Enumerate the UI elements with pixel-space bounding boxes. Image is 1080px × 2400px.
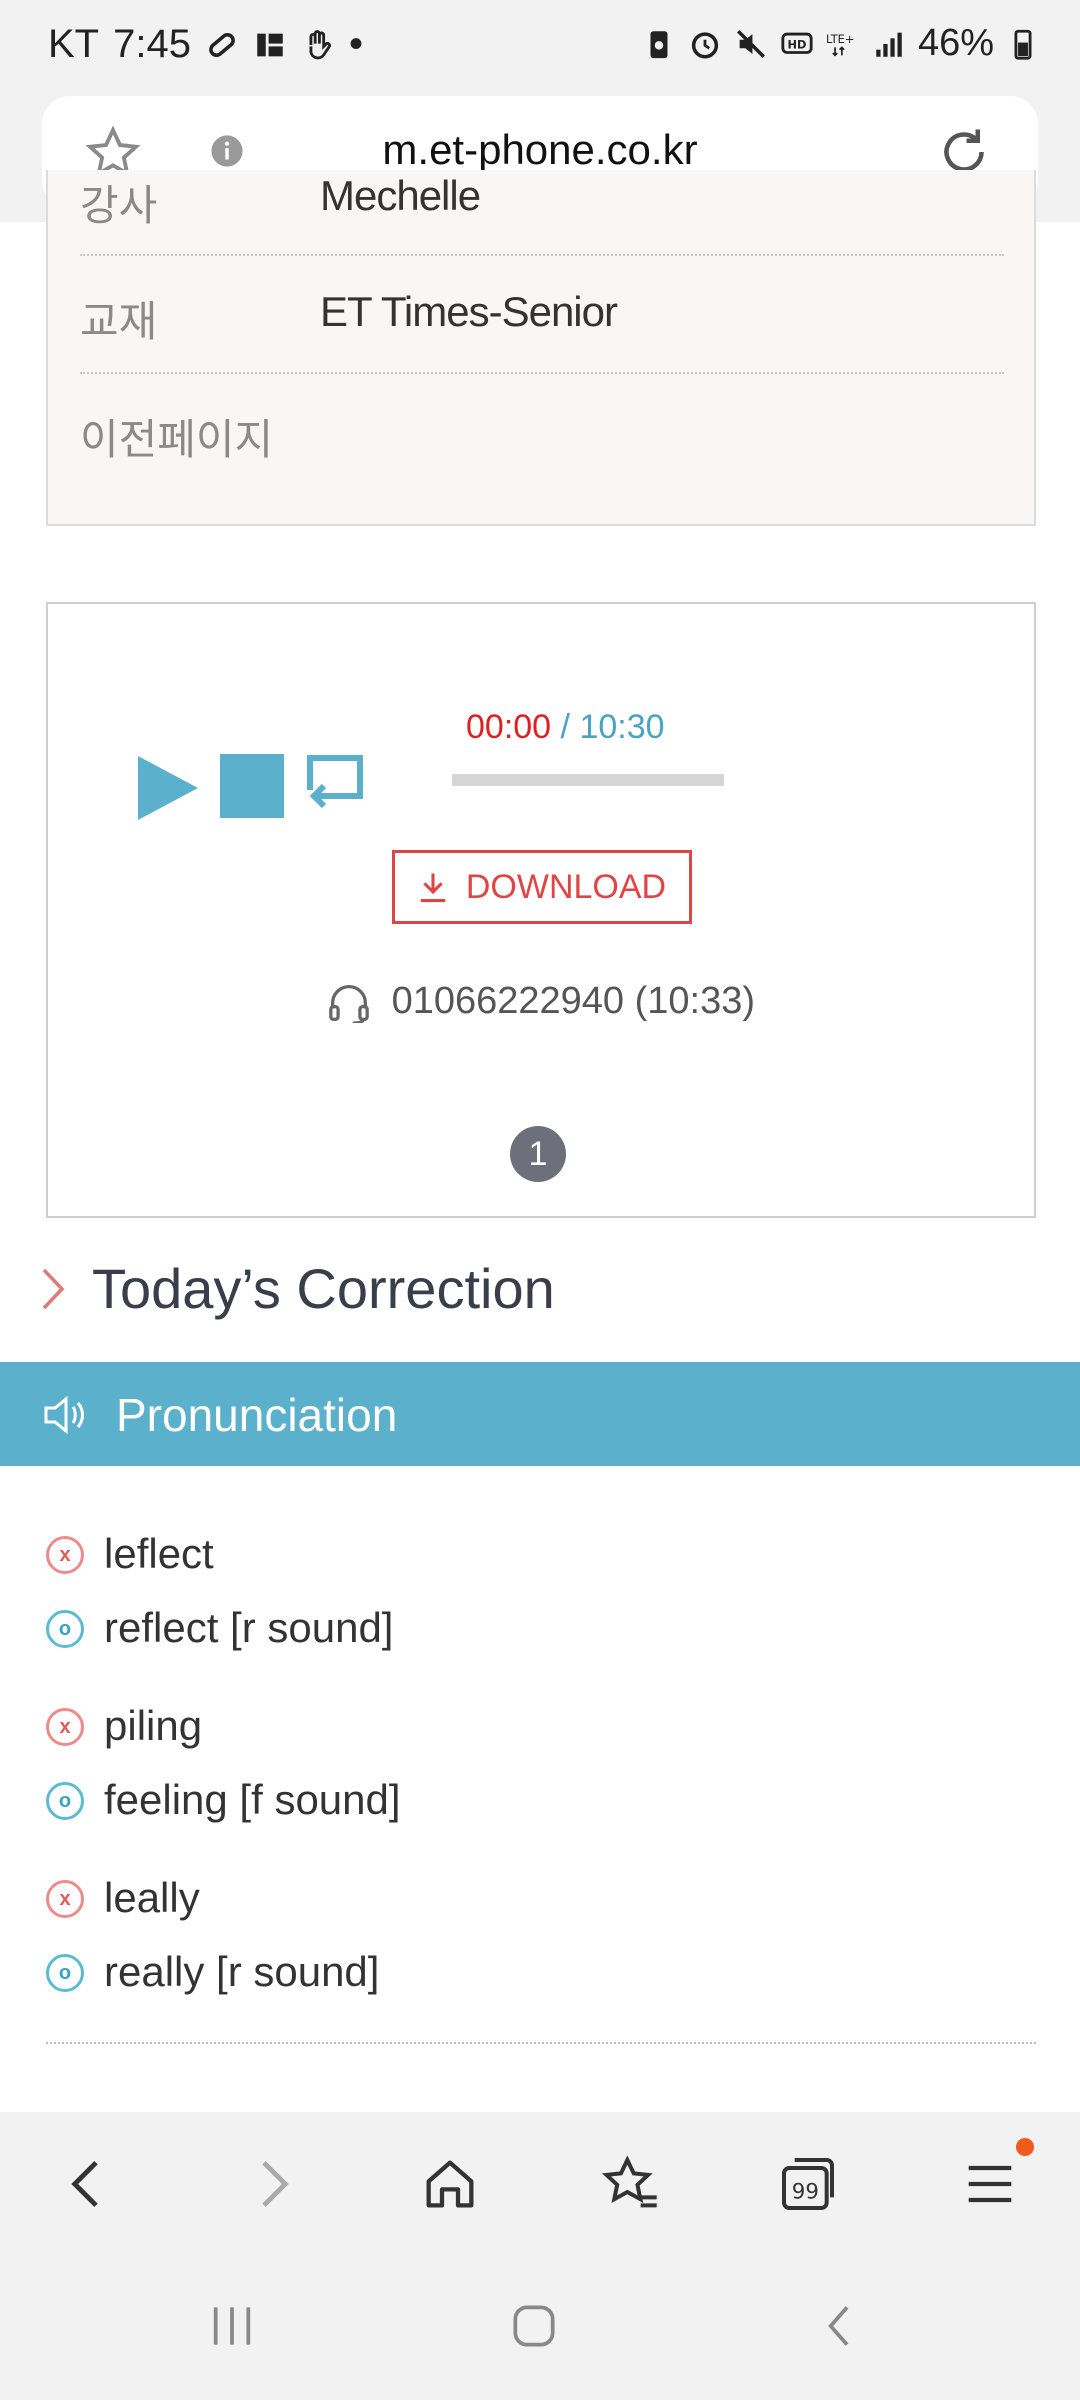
wrong-word: leflect bbox=[104, 1530, 214, 1577]
battery-percent: 46% bbox=[917, 22, 994, 64]
clock: 7:45 bbox=[113, 22, 191, 66]
pronunciation-label: Pronunciation bbox=[116, 1389, 398, 1441]
hand-icon bbox=[309, 29, 331, 59]
repeat-icon[interactable] bbox=[300, 750, 366, 822]
lesson-info-box: 강사 Mechelle 교재 ET Times-Senior 이전페이지 bbox=[46, 170, 1036, 526]
call-info-text: 01066222940 (10:33) bbox=[391, 980, 755, 1022]
info-row-teacher: 강사 Mechelle bbox=[80, 170, 1004, 256]
total-time: / 10:30 bbox=[560, 708, 665, 746]
system-back-icon[interactable] bbox=[812, 2298, 868, 2354]
alarm-icon bbox=[691, 31, 719, 59]
home-icon[interactable] bbox=[418, 2152, 482, 2216]
status-left: KT 7:45 • bbox=[48, 22, 363, 67]
home-button-icon[interactable] bbox=[506, 2298, 562, 2354]
correct-mark-icon: o bbox=[46, 1782, 84, 1820]
wrong-word: piling bbox=[104, 1702, 203, 1749]
correct-word: really [r sound] bbox=[104, 1948, 380, 1995]
status-bar: KT 7:45 • HD LTE+ 46% bbox=[0, 0, 1080, 96]
correct-word: reflect [r sound] bbox=[104, 1604, 394, 1651]
menu-notification-dot bbox=[1016, 2138, 1034, 2156]
call-info: 01066222940 (10:33) bbox=[48, 980, 1034, 1023]
back-icon[interactable] bbox=[56, 2152, 120, 2216]
speaker-icon bbox=[44, 1395, 84, 1435]
stop-icon[interactable] bbox=[220, 754, 284, 818]
progress-bar[interactable] bbox=[452, 774, 724, 786]
wrong-mark-icon: x bbox=[46, 1880, 84, 1918]
forward-icon[interactable] bbox=[240, 2152, 304, 2216]
schedule-icon bbox=[257, 33, 283, 56]
status-right: HD LTE+ 46% bbox=[642, 22, 1040, 65]
correct-mark-icon: o bbox=[46, 1954, 84, 1992]
recent-apps-icon[interactable] bbox=[204, 2298, 260, 2354]
hd-voice-icon: HD bbox=[781, 32, 813, 54]
info-row-previous-page[interactable]: 이전페이지 bbox=[80, 374, 1004, 490]
pill-icon bbox=[209, 32, 235, 57]
correction-title: Today’s Correction bbox=[92, 1257, 555, 1320]
wrong-mark-icon: x bbox=[46, 1708, 84, 1746]
wrong-word: leally bbox=[104, 1874, 200, 1921]
audio-player: 00:00 / 10:30 DOWNLOAD 01066222940 (10:3… bbox=[46, 602, 1036, 1218]
download-icon bbox=[420, 873, 446, 903]
headset-icon bbox=[329, 984, 369, 1023]
system-navigation-bar bbox=[0, 2252, 1080, 2400]
signal-icon bbox=[876, 32, 902, 57]
tabs-icon[interactable]: 99 bbox=[776, 2152, 840, 2216]
info-value: Mechelle bbox=[320, 172, 481, 219]
carrier-label: KT bbox=[48, 22, 100, 66]
battery-icon bbox=[1014, 29, 1032, 60]
mute-icon bbox=[736, 29, 765, 58]
current-time: 00:00 bbox=[466, 708, 552, 746]
page-number-badge[interactable]: 1 bbox=[510, 1126, 566, 1182]
battery-saver-icon bbox=[650, 30, 668, 58]
info-key: 강사 bbox=[80, 182, 158, 229]
chevron-right-icon bbox=[42, 1268, 65, 1310]
download-label: DOWNLOAD bbox=[465, 867, 667, 906]
pronunciation-header: Pronunciation bbox=[0, 1362, 1080, 1466]
wrong-mark-icon: x bbox=[46, 1536, 84, 1574]
section-divider bbox=[46, 2042, 1036, 2044]
play-icon[interactable] bbox=[136, 752, 202, 824]
info-key: 교재 bbox=[80, 298, 158, 345]
svg-text:99: 99 bbox=[792, 2180, 819, 2205]
menu-icon[interactable] bbox=[958, 2152, 1022, 2216]
info-value: ET Times-Senior bbox=[320, 288, 618, 335]
status-dot: • bbox=[348, 22, 363, 66]
info-row-textbook: 교재 ET Times-Senior bbox=[80, 256, 1004, 374]
svg-text:LTE+: LTE+ bbox=[826, 31, 854, 45]
url-text[interactable]: m.et-phone.co.kr bbox=[42, 126, 1038, 174]
playback-time: 00:00 / 10:30 bbox=[466, 708, 665, 747]
download-button[interactable]: DOWNLOAD bbox=[392, 850, 692, 924]
browser-toolbar: 99 bbox=[0, 2112, 1080, 2252]
bookmarks-icon[interactable] bbox=[598, 2152, 662, 2216]
correct-mark-icon: o bbox=[46, 1610, 84, 1648]
svg-text:HD: HD bbox=[787, 37, 806, 51]
correct-word: feeling [f sound] bbox=[104, 1776, 401, 1823]
lte-icon: LTE+ bbox=[826, 31, 854, 57]
info-key[interactable]: 이전페이지 bbox=[80, 406, 273, 467]
